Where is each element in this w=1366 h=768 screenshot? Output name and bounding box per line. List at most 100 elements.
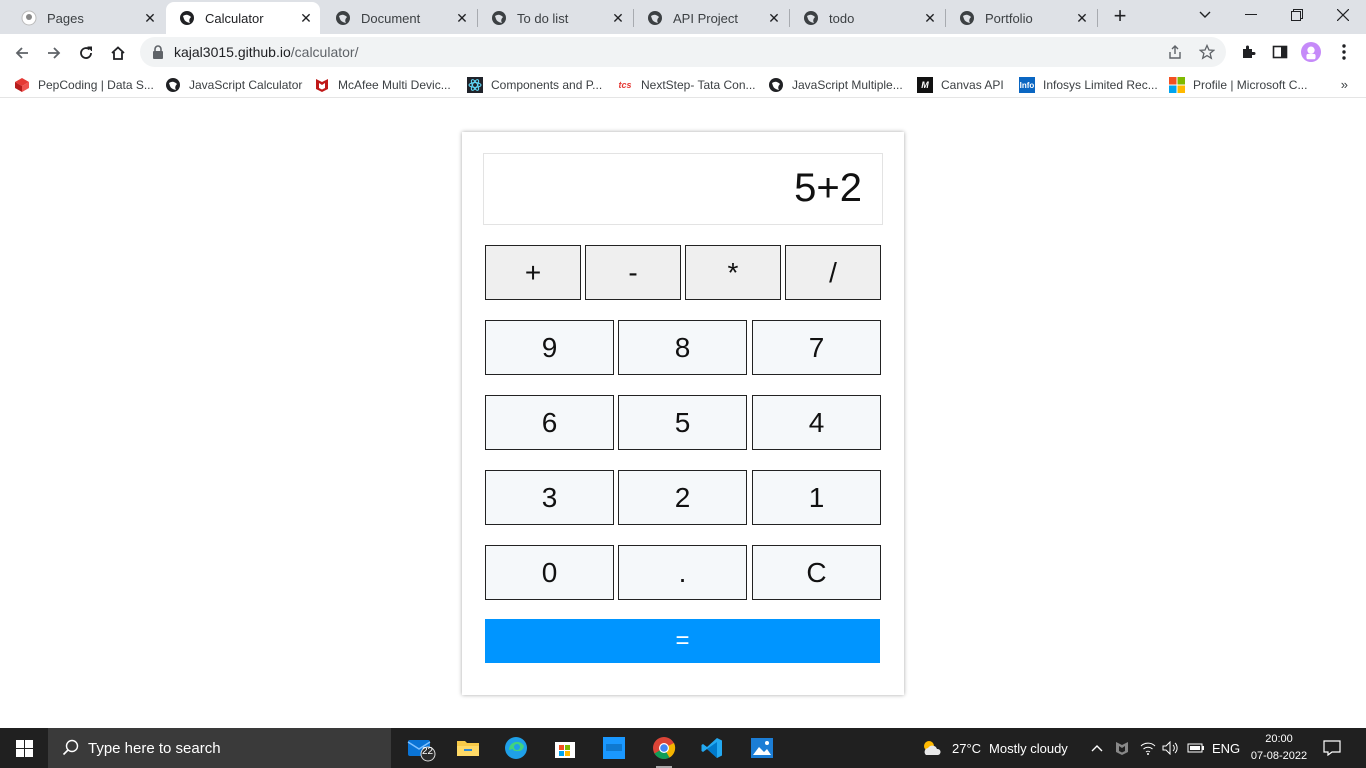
notifications-button[interactable] <box>1323 728 1341 768</box>
equals-button[interactable]: = <box>485 619 880 663</box>
volume-icon[interactable] <box>1162 728 1180 768</box>
lock-icon[interactable] <box>152 45 164 64</box>
language-indicator[interactable]: ENG <box>1212 728 1240 768</box>
chrome-icon <box>653 737 676 759</box>
close-tab-icon[interactable]: ✕ <box>766 10 782 26</box>
minimize-button[interactable] <box>1228 0 1274 30</box>
taskbar-mail-app[interactable]: 22 <box>400 732 440 764</box>
taskbar-photos[interactable] <box>742 732 782 764</box>
close-tab-icon[interactable]: ✕ <box>454 10 470 26</box>
restore-button[interactable] <box>1274 0 1320 30</box>
divide-button[interactable]: / <box>785 245 881 300</box>
notification-icon <box>1323 740 1341 756</box>
github-icon <box>21 10 37 26</box>
digit-7-button[interactable]: 7 <box>752 320 881 375</box>
search-placeholder: Type here to search <box>88 740 221 757</box>
bookmark-mcafee[interactable]: McAfee Multi Devic... <box>314 76 451 94</box>
digit-2-button[interactable]: 2 <box>618 470 747 525</box>
microsoft-icon <box>1169 77 1185 93</box>
reload-button[interactable] <box>72 39 100 67</box>
minus-button[interactable]: - <box>585 245 681 300</box>
home-button[interactable] <box>104 39 132 67</box>
clock[interactable]: 20:00 07-08-2022 <box>1248 731 1310 765</box>
bookmarks-overflow-button[interactable]: » <box>1341 77 1348 92</box>
menu-kebab-icon[interactable] <box>1334 42 1354 62</box>
battery-icon[interactable] <box>1187 728 1205 768</box>
taskbar-search-box[interactable]: Type here to search <box>48 728 391 768</box>
taskbar-file-explorer[interactable] <box>448 732 488 764</box>
digit-6-button[interactable]: 6 <box>485 395 614 450</box>
weather-widget[interactable]: 27°C Mostly cloudy <box>920 728 1068 768</box>
tab-calculator[interactable]: Calculator ✕ <box>166 2 320 34</box>
bookmark-label: McAfee Multi Devic... <box>338 78 451 92</box>
digit-9-button[interactable]: 9 <box>485 320 614 375</box>
digit-1-button[interactable]: 1 <box>752 470 881 525</box>
close-tab-icon[interactable]: ✕ <box>922 10 938 26</box>
close-tab-icon[interactable]: ✕ <box>610 10 626 26</box>
bookmark-star-icon[interactable] <box>1198 43 1216 60</box>
show-hidden-icons-button[interactable] <box>1091 728 1103 768</box>
pepcoding-icon <box>14 77 30 93</box>
browser-toolbar: kajal3015.github.io/calculator/ <box>0 34 1366 71</box>
mcafee-tray-icon[interactable] <box>1114 728 1130 768</box>
bookmark-javascript-calculator[interactable]: JavaScript Calculator <box>165 76 302 94</box>
globe-icon <box>959 10 975 26</box>
extensions-icon[interactable] <box>1238 42 1258 62</box>
taskbar-vscode[interactable] <box>692 732 732 764</box>
bookmark-label: NextStep- Tata Con... <box>641 78 756 92</box>
tab-pages[interactable]: Pages ✕ <box>8 2 164 34</box>
digit-8-button[interactable]: 8 <box>618 320 747 375</box>
side-panel-icon[interactable] <box>1270 42 1290 62</box>
url-host: kajal3015.github.io <box>174 44 291 60</box>
tab-portfolio[interactable]: Portfolio ✕ <box>946 2 1096 34</box>
globe-icon <box>491 10 507 26</box>
bookmark-pepcoding[interactable]: PepCoding | Data S... <box>14 76 154 94</box>
tab-api-project[interactable]: API Project ✕ <box>634 2 788 34</box>
bookmark-components[interactable]: Components and P... <box>467 76 602 94</box>
tab-todo[interactable]: todo ✕ <box>790 2 944 34</box>
close-tab-icon[interactable]: ✕ <box>142 10 158 26</box>
digit-0-button[interactable]: 0 <box>485 545 614 600</box>
close-tab-icon[interactable]: ✕ <box>298 10 314 26</box>
close-window-button[interactable] <box>1320 0 1366 30</box>
weather-temperature: 27°C <box>952 740 982 756</box>
decimal-point-button[interactable]: . <box>618 545 747 600</box>
tab-search-chevron-icon[interactable] <box>1182 0 1228 30</box>
bookmark-nextstep[interactable]: tcs NextStep- Tata Con... <box>617 76 756 94</box>
close-tab-icon[interactable]: ✕ <box>1074 10 1090 26</box>
tab-separator <box>1097 9 1098 27</box>
taskbar-edge[interactable] <box>496 732 536 764</box>
weather-condition: Mostly cloudy <box>989 740 1068 756</box>
digit-3-button[interactable]: 3 <box>485 470 614 525</box>
globe-icon <box>179 10 195 26</box>
bookmark-infosys[interactable]: Info Infosys Limited Rec... <box>1019 76 1158 94</box>
plus-button[interactable]: + <box>485 245 581 300</box>
multiply-button[interactable]: * <box>685 245 781 300</box>
bookmark-label: Components and P... <box>491 78 603 92</box>
bookmark-javascript-multiple[interactable]: JavaScript Multiple... <box>768 76 903 94</box>
taskbar-chrome[interactable] <box>644 732 684 768</box>
clear-button[interactable]: C <box>752 545 881 600</box>
digit-5-button[interactable]: 5 <box>618 395 747 450</box>
tab-to-do-list[interactable]: To do list ✕ <box>478 2 632 34</box>
prime-video-icon <box>603 737 625 759</box>
search-icon <box>62 739 80 762</box>
wifi-icon[interactable] <box>1140 728 1156 768</box>
address-bar[interactable]: kajal3015.github.io/calculator/ <box>140 37 1226 67</box>
chevron-up-icon <box>1091 745 1103 752</box>
new-tab-button[interactable]: + <box>1108 5 1132 29</box>
tab-title: todo <box>829 10 855 26</box>
clock-date: 07-08-2022 <box>1250 750 1308 762</box>
bookmark-microsoft[interactable]: Profile | Microsoft C... <box>1169 76 1307 94</box>
bookmark-canvas-api[interactable]: M Canvas API <box>917 76 1004 94</box>
back-button[interactable] <box>8 39 36 67</box>
profile-avatar[interactable] <box>1301 42 1321 62</box>
taskbar-prime-video[interactable] <box>594 732 634 764</box>
taskbar-store[interactable] <box>545 732 585 764</box>
digit-4-button[interactable]: 4 <box>752 395 881 450</box>
bookmark-label: PepCoding | Data S... <box>38 78 154 92</box>
start-button[interactable] <box>0 728 48 768</box>
tab-document[interactable]: Document ✕ <box>322 2 476 34</box>
forward-button[interactable] <box>40 39 68 67</box>
share-icon[interactable] <box>1167 44 1183 60</box>
